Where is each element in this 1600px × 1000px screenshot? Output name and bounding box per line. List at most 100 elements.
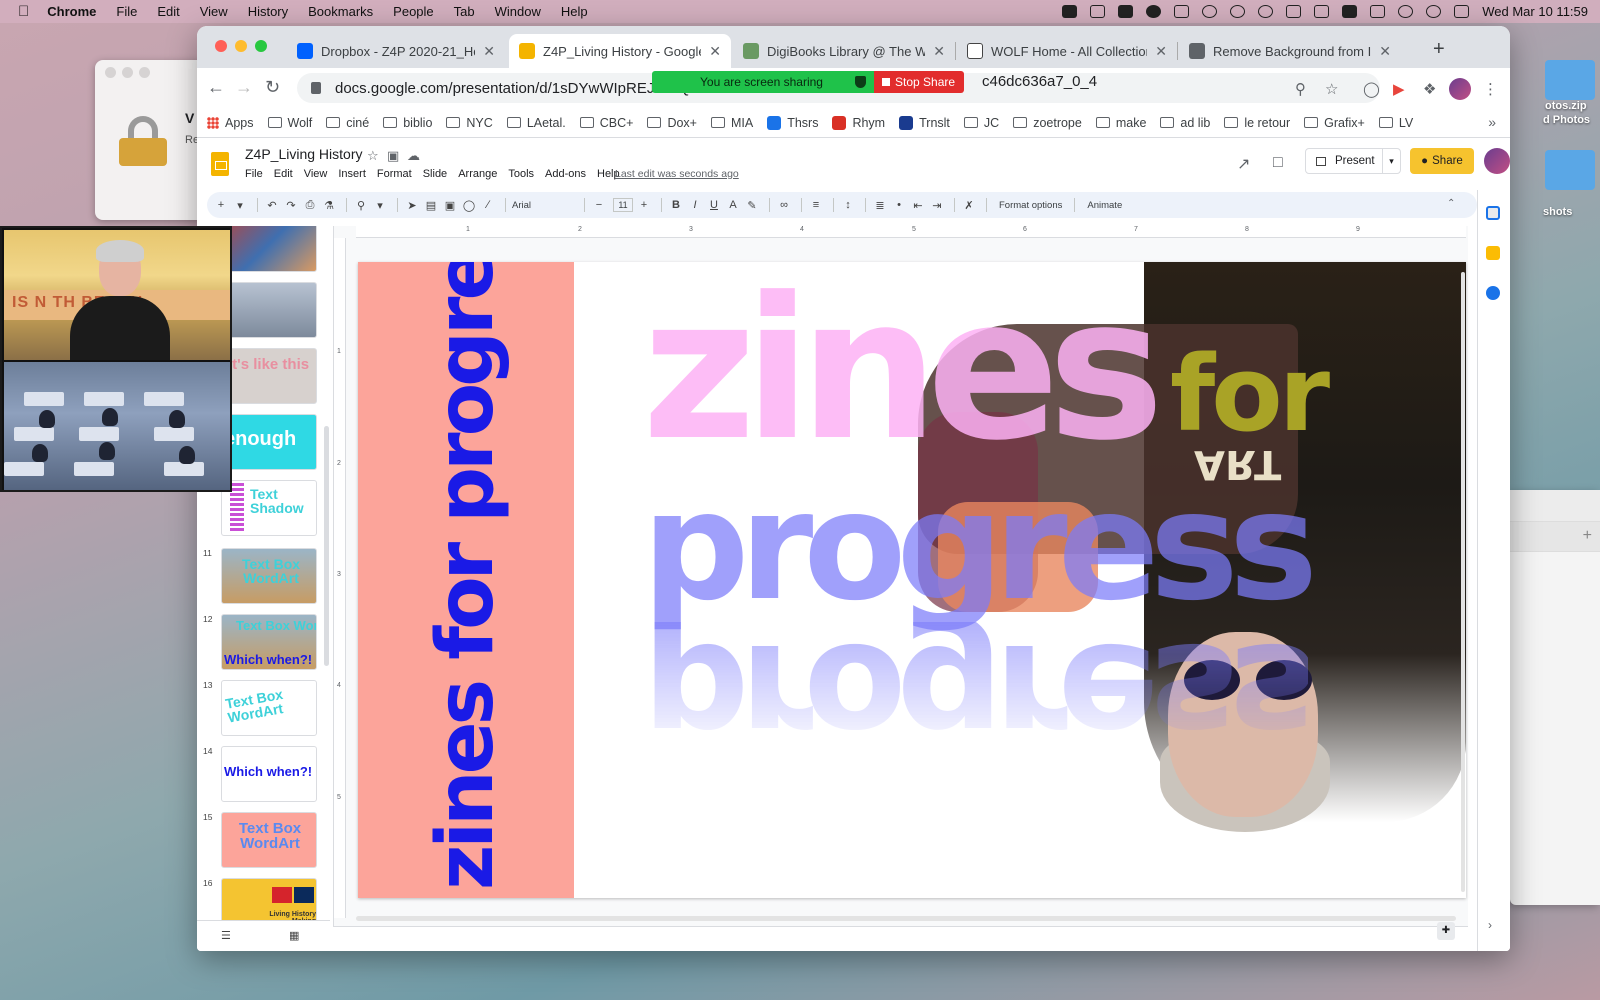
canvas-vertical-scrollbar[interactable]: [1461, 272, 1465, 892]
time-machine-icon[interactable]: [1258, 5, 1274, 18]
bookmark-folder[interactable]: le retour: [1224, 116, 1290, 130]
line-icon[interactable]: ∕: [480, 199, 496, 211]
lock-icon[interactable]: [311, 82, 321, 94]
participant-video-classroom[interactable]: [4, 362, 230, 490]
bookmark-apps[interactable]: Apps: [207, 116, 254, 130]
redo-icon[interactable]: ↷: [283, 199, 299, 212]
present-button[interactable]: Present ▾: [1305, 148, 1401, 174]
image-icon[interactable]: ▣: [442, 199, 458, 212]
slides-logo-icon[interactable]: [211, 152, 229, 176]
slides-menu-slide[interactable]: Slide: [423, 168, 447, 180]
close-tab-icon[interactable]: ✕: [1155, 43, 1167, 60]
slides-menu-addons[interactable]: Add-ons: [545, 168, 586, 180]
slides-menu-insert[interactable]: Insert: [338, 168, 366, 180]
slides-menu-format[interactable]: Format: [377, 168, 412, 180]
desktop-file-icon[interactable]: [1545, 60, 1595, 100]
canvas-horizontal-scrollbar[interactable]: [356, 916, 1456, 921]
bookmark-folder[interactable]: biblio: [383, 116, 432, 130]
cloud-status-icon[interactable]: ☁: [407, 148, 420, 164]
bookmark-folder[interactable]: JC: [963, 116, 999, 130]
menu-people[interactable]: People: [393, 4, 433, 19]
bold-icon[interactable]: B: [668, 199, 684, 211]
slide-thumbnail[interactable]: 16 Living History Making History: [197, 878, 330, 926]
font-size-input[interactable]: 11: [613, 198, 633, 212]
minimize-window-button[interactable]: [235, 40, 247, 52]
dropbox-icon[interactable]: [1174, 5, 1190, 18]
highlight-color-icon[interactable]: ✎: [744, 199, 760, 212]
slide-thumbnail[interactable]: 13 Text Box WordArt: [197, 680, 330, 740]
text-box-icon[interactable]: ▤: [423, 199, 439, 212]
shield-extension-icon[interactable]: ◯: [1363, 80, 1380, 98]
wordart-zines[interactable]: zines: [642, 272, 1164, 468]
decrease-indent-icon[interactable]: ⇤: [910, 199, 926, 212]
app-status-icon[interactable]: [1118, 5, 1134, 18]
desktop-label-photos-zip[interactable]: otos.zip: [1545, 100, 1587, 112]
volume-icon[interactable]: [1286, 5, 1302, 18]
tab-digibooks[interactable]: DigiBooks Library @ The Wolfs ✕: [733, 34, 955, 68]
bookmark-folder[interactable]: Grafix+: [1304, 116, 1365, 130]
vertical-title-text[interactable]: zines for progress: [421, 262, 511, 890]
bookmark-folder[interactable]: LAetal.: [506, 116, 566, 130]
slide-thumbnail[interactable]: 11 Text Box WordArt: [197, 548, 330, 608]
current-slide[interactable]: zines for progress zines for ART progres…: [358, 262, 1466, 898]
spotlight-search-icon[interactable]: [1426, 5, 1442, 18]
zoom-icon[interactable]: [1062, 5, 1078, 18]
bulleted-list-icon[interactable]: •: [891, 199, 907, 211]
bluetooth-icon[interactable]: [1314, 5, 1330, 18]
bookmark-folder[interactable]: MIA: [710, 116, 753, 130]
new-slide-icon[interactable]: +: [213, 199, 229, 211]
new-tab-icon[interactable]: +: [1433, 38, 1445, 61]
move-folder-icon[interactable]: ▣: [387, 148, 399, 164]
video-call-panel[interactable]: IS N TH BEACH: [0, 226, 232, 492]
close-tab-icon[interactable]: ✕: [483, 43, 495, 60]
bookmark-folder[interactable]: LV: [1378, 116, 1413, 130]
background-window-right[interactable]: +: [1510, 490, 1600, 905]
underline-icon[interactable]: U: [706, 199, 722, 211]
bookmark-folder[interactable]: CBC+: [579, 116, 633, 130]
plus-icon[interactable]: +: [1583, 527, 1592, 545]
speaker-notes-area[interactable]: [333, 926, 1468, 951]
wordart-for[interactable]: for: [1170, 342, 1330, 446]
font-family-select[interactable]: Arial: [512, 200, 572, 211]
slides-menu-arrange[interactable]: Arrange: [458, 168, 497, 180]
bookmark-folder[interactable]: ad lib: [1160, 116, 1210, 130]
bookmark-folder[interactable]: make: [1095, 116, 1146, 130]
bookmark-folder[interactable]: ciné: [326, 116, 369, 130]
activity-trend-icon[interactable]: ↗: [1237, 154, 1250, 174]
stop-share-button[interactable]: Stop Share: [874, 71, 964, 93]
background-window[interactable]: V Re: [95, 60, 205, 220]
clear-formatting-icon[interactable]: ✗: [961, 199, 977, 212]
close-tab-icon[interactable]: ✕: [1379, 43, 1391, 60]
rocket-icon[interactable]: [1090, 5, 1106, 18]
shape-icon[interactable]: ◯: [461, 199, 477, 212]
more-menu-icon[interactable]: ⋮: [1483, 80, 1498, 98]
screencast-extension-icon[interactable]: ▶: [1393, 80, 1405, 98]
animate-button[interactable]: Animate: [1087, 200, 1122, 211]
slides-menu-view[interactable]: View: [304, 168, 328, 180]
menubar-clock[interactable]: Wed Mar 10 11:59: [1482, 4, 1588, 19]
increase-font-size-icon[interactable]: +: [636, 199, 652, 211]
select-cursor-icon[interactable]: ➤: [404, 199, 420, 212]
speedometer-icon[interactable]: [1230, 5, 1246, 18]
bookmark-rhymezone[interactable]: Rhym: [832, 115, 885, 130]
vertical-ruler[interactable]: 12345: [334, 238, 346, 918]
numbered-list-icon[interactable]: ≣: [872, 199, 888, 212]
zoom-magnifier-icon[interactable]: ⚲: [1295, 80, 1306, 98]
control-center-icon[interactable]: [1454, 5, 1470, 18]
close-tab-icon[interactable]: ✕: [933, 43, 945, 60]
user-icon[interactable]: [1398, 5, 1414, 18]
decrease-font-size-icon[interactable]: −: [591, 199, 607, 211]
explore-icon[interactable]: ✚: [1437, 922, 1455, 940]
tab-wolf-home[interactable]: WOLF Home - All Collection Gr ✕: [957, 34, 1177, 68]
paint-format-icon[interactable]: ⚗: [321, 199, 337, 212]
forward-arrow-icon[interactable]: →: [235, 77, 253, 98]
bookmarks-overflow-icon[interactable]: »: [1488, 114, 1496, 130]
text-color-icon[interactable]: A: [725, 199, 741, 211]
bookmark-thesaurus[interactable]: Thsrs: [767, 115, 818, 130]
reload-icon[interactable]: ↻: [265, 77, 280, 98]
maximize-window-button[interactable]: [255, 40, 267, 52]
desktop-label-screenshots[interactable]: shots: [1543, 206, 1572, 218]
menu-bookmarks[interactable]: Bookmarks: [308, 4, 373, 19]
slide-thumbnail[interactable]: 12 Text Box WordArt Which when?!: [197, 614, 330, 674]
format-options-button[interactable]: Format options: [999, 200, 1062, 211]
